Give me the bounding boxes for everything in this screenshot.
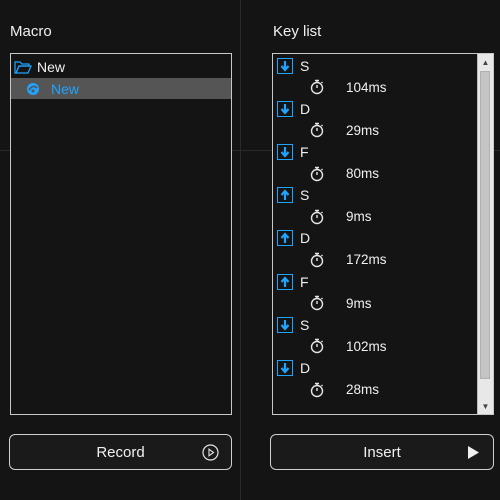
stopwatch-icon bbox=[310, 79, 324, 95]
key-event-row[interactable]: S bbox=[273, 314, 309, 335]
delay-value: 104ms bbox=[346, 79, 387, 95]
key-name: S bbox=[300, 316, 310, 333]
scroll-thumb[interactable] bbox=[480, 71, 490, 379]
scroll-up-arrow-icon[interactable]: ▲ bbox=[478, 54, 493, 70]
background-line bbox=[240, 0, 241, 500]
stopwatch-icon bbox=[310, 382, 324, 397]
play-circle-icon bbox=[202, 444, 219, 461]
key-event-row[interactable]: S bbox=[273, 55, 309, 76]
delay-row[interactable]: 28ms bbox=[273, 379, 379, 400]
stopwatch-icon bbox=[310, 252, 324, 268]
stopwatch-icon bbox=[310, 295, 324, 311]
delay-row[interactable]: 80ms bbox=[273, 163, 379, 184]
key-event-row[interactable]: D bbox=[273, 98, 310, 119]
key-name: D bbox=[300, 230, 311, 247]
macro-editor-window: Macro New New Key list S 104ms D 29ms F 80ms S 9… bbox=[0, 0, 500, 500]
key-name: S bbox=[300, 187, 310, 204]
delay-value: 172ms bbox=[346, 252, 387, 268]
delay-row[interactable]: 102ms bbox=[273, 336, 387, 357]
key-name: D bbox=[300, 359, 311, 376]
delay-value: 80ms bbox=[346, 166, 380, 181]
key-name: F bbox=[300, 273, 309, 290]
key-list-panel[interactable]: S 104ms D 29ms F 80ms S 9ms D 172ms F 9ms S 102ms D 28m… bbox=[272, 53, 494, 415]
record-button[interactable]: Record bbox=[9, 434, 232, 470]
delay-value: 9ms bbox=[346, 295, 372, 311]
macro-tree-item-label: New bbox=[37, 58, 66, 75]
macro-tree-item[interactable]: New bbox=[11, 78, 231, 99]
scroll-down-arrow-icon[interactable]: ▼ bbox=[478, 398, 493, 414]
key-event-row[interactable]: S bbox=[273, 185, 309, 206]
macro-heading: Macro bbox=[10, 23, 52, 40]
key-event-row[interactable]: F bbox=[273, 141, 309, 162]
stopwatch-icon bbox=[310, 339, 324, 354]
key-name: D bbox=[300, 100, 311, 117]
stopwatch-icon bbox=[310, 166, 324, 181]
delay-row[interactable]: 172ms bbox=[273, 249, 387, 270]
key-down-arrow-icon bbox=[277, 57, 293, 74]
macro-tree-item-label: New bbox=[51, 80, 80, 97]
stopwatch-icon bbox=[310, 209, 324, 224]
key-down-arrow-icon bbox=[277, 359, 293, 376]
key-up-arrow-icon bbox=[277, 230, 293, 247]
key-down-arrow-icon bbox=[277, 316, 293, 333]
key-up-arrow-icon bbox=[277, 187, 293, 204]
delay-row[interactable]: 9ms bbox=[273, 206, 372, 227]
delay-value: 28ms bbox=[346, 382, 380, 397]
key-event-row[interactable]: D bbox=[273, 357, 310, 378]
key-up-arrow-icon bbox=[277, 273, 293, 290]
macro-icon bbox=[27, 82, 39, 95]
key-name: S bbox=[300, 57, 310, 74]
macro-tree-item[interactable]: New bbox=[11, 56, 231, 77]
delay-value: 29ms bbox=[346, 122, 380, 138]
delay-value: 102ms bbox=[346, 338, 387, 354]
stopwatch-icon bbox=[310, 123, 324, 138]
key-name: F bbox=[300, 143, 309, 160]
insert-button-label: Insert bbox=[363, 444, 401, 461]
insert-button[interactable]: Insert bbox=[270, 434, 494, 470]
key-event-row[interactable]: D bbox=[273, 228, 310, 249]
macro-tree-panel[interactable]: New New bbox=[10, 53, 232, 415]
key-down-arrow-icon bbox=[277, 100, 293, 117]
delay-row[interactable]: 104ms bbox=[273, 77, 387, 98]
key-list-heading: Key list bbox=[273, 23, 322, 40]
delay-value: 9ms bbox=[346, 209, 372, 225]
folder-open-icon bbox=[14, 60, 32, 74]
key-list-scrollbar[interactable]: ▲ ▼ bbox=[477, 54, 493, 414]
key-event-row[interactable]: F bbox=[273, 271, 309, 292]
delay-row[interactable]: 9ms bbox=[273, 293, 372, 314]
play-arrow-icon bbox=[468, 446, 479, 459]
record-button-label: Record bbox=[96, 444, 145, 461]
delay-row[interactable]: 29ms bbox=[273, 120, 379, 141]
key-down-arrow-icon bbox=[277, 143, 293, 160]
